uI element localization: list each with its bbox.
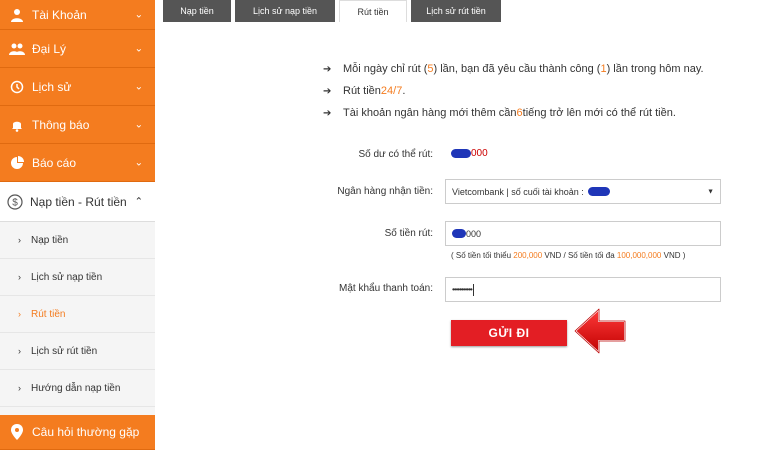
bank-label: Ngân hàng nhận tiền: — [337, 186, 433, 197]
hint-text: VND ) — [661, 251, 686, 260]
hint-max-amount: 100,000,000 — [616, 251, 662, 260]
sidebar-subitem-label: Lịch sử rút tiền — [31, 345, 98, 357]
sidebar-item-history[interactable]: Lịch sử ⌄ — [0, 68, 155, 106]
chevron-down-icon: ⌄ — [134, 119, 143, 130]
sidebar-item-label: Câu hỏi thường gặp — [32, 425, 140, 439]
note-text: Mỗi ngày chỉ rút ( — [343, 63, 428, 75]
chevron-right-icon: › — [18, 309, 21, 319]
bank-select-value: Vietcombank | số cuối tài khoản : — [452, 186, 584, 197]
arrow-right-icon: ➔ — [323, 63, 332, 75]
sidebar-subitem-label: Lịch sử nạp tiền — [31, 271, 103, 283]
sidebar-item-account[interactable]: Tài Khoản ⌄ — [0, 0, 155, 30]
sidebar-subitem-deposit-history[interactable]: › Lịch sử nạp tiền — [0, 259, 155, 296]
sidebar-subitem-withdraw-history[interactable]: › Lịch sử rút tiền — [0, 333, 155, 370]
bank-select[interactable]: Vietcombank | số cuối tài khoản : ▼ — [445, 179, 721, 204]
tab-withdraw-history[interactable]: Lịch sử rút tiền — [411, 0, 501, 22]
chevron-right-icon: › — [18, 383, 21, 393]
sidebar: Tài Khoản ⌄ Đại Lý ⌄ Lịch sử ⌄ Thông báo… — [0, 0, 155, 450]
hint-text: ( Số tiền tối thiểu — [451, 251, 514, 260]
sidebar-item-label: Nạp tiền - Rút tiền — [30, 194, 127, 209]
bell-icon — [8, 116, 26, 134]
password-input-value: ••••••••••• — [452, 285, 473, 294]
withdraw-panel: ➔ Mỗi ngày chỉ rút (5) lần, bạn đã yêu c… — [163, 22, 758, 450]
amount-input[interactable]: 000 — [445, 221, 721, 246]
sidebar-item-notifications[interactable]: Thông báo ⌄ — [0, 106, 155, 144]
sidebar-item-label: Thông báo — [32, 117, 90, 132]
sidebar-item-deposit-withdraw[interactable]: $ Nạp tiền - Rút tiền ⌃ — [0, 182, 155, 222]
redaction-blob — [452, 229, 466, 238]
chevron-right-icon: › — [18, 346, 21, 356]
submit-button[interactable]: GỬI ĐI — [451, 320, 567, 346]
user-icon — [8, 6, 26, 24]
balance-amount: 000 — [471, 148, 488, 159]
hint-min-amount: 200,000 — [513, 251, 543, 260]
sidebar-subitem-withdraw[interactable]: › Rút tiền — [0, 296, 155, 333]
sidebar-subitem-label: Nạp tiền — [31, 234, 69, 246]
map-pin-icon — [8, 423, 26, 441]
redaction-blob — [587, 187, 610, 196]
note-text: ) lần, bạn đã yêu cầu thành công ( — [433, 63, 601, 75]
chevron-up-icon: ⌃ — [134, 196, 143, 207]
amount-label: Số tiền rút: — [384, 228, 433, 239]
arrow-right-icon: ➔ — [323, 85, 332, 97]
note-24-7: ➔ Rút tiền 24/7. — [323, 80, 704, 102]
tab-withdraw[interactable]: Rút tiền — [339, 0, 407, 22]
chevron-right-icon: › — [18, 235, 21, 245]
dollar-icon: $ — [6, 193, 24, 211]
note-daily-limit: ➔ Mỗi ngày chỉ rút (5) lần, bạn đã yêu c… — [323, 58, 704, 80]
amount-input-value: 000 — [466, 228, 482, 239]
chevron-down-icon: ⌄ — [134, 81, 143, 92]
note-highlight: 24/7 — [380, 85, 403, 97]
chevron-down-icon: ⌄ — [134, 157, 143, 168]
pie-chart-icon — [8, 154, 26, 172]
history-icon — [8, 78, 26, 96]
redaction-blob — [451, 148, 471, 158]
tab-deposit[interactable]: Nạp tiền — [163, 0, 231, 22]
note-text: . — [402, 85, 406, 97]
tab-bar: Nạp tiền Lịch sử nạp tiền Rút tiền Lịch … — [163, 0, 505, 22]
note-text: Tài khoản ngân hàng mới thêm cần — [343, 107, 517, 119]
chevron-down-icon: ⌄ — [134, 9, 143, 20]
balance-value: 000 — [451, 148, 488, 159]
sidebar-item-faq[interactable]: Câu hỏi thường gặp — [0, 415, 155, 450]
payment-password-input[interactable]: ••••••••••• — [445, 277, 721, 302]
sidebar-item-reports[interactable]: Báo cáo ⌄ — [0, 144, 155, 182]
amount-hint: ( Số tiền tối thiểu 200,000 VND / Số tiề… — [451, 251, 685, 260]
group-icon — [8, 40, 26, 58]
chevron-down-icon: ⌄ — [134, 43, 143, 54]
note-text: Rút tiền — [343, 85, 381, 97]
sidebar-item-label: Đại Lý — [32, 41, 67, 56]
sidebar-item-agency[interactable]: Đại Lý ⌄ — [0, 30, 155, 68]
password-label: Mật khẩu thanh toán: — [339, 283, 433, 294]
sidebar-subitem-label: Hướng dẫn nạp tiền — [31, 382, 121, 394]
tab-deposit-history[interactable]: Lịch sử nạp tiền — [235, 0, 335, 22]
svg-text:$: $ — [12, 197, 18, 208]
sidebar-item-label: Lịch sử — [32, 79, 72, 94]
text-cursor — [472, 283, 474, 296]
sidebar-item-label: Báo cáo — [32, 155, 77, 170]
sidebar-subitem-deposit[interactable]: › Nạp tiền — [0, 222, 155, 259]
hint-text: VND / Số tiền tối đa — [542, 251, 617, 260]
sidebar-subitem-deposit-guide[interactable]: › Hướng dẫn nạp tiền — [0, 370, 155, 407]
sidebar-item-label: Tài Khoản — [32, 7, 87, 22]
arrow-left-icon — [573, 307, 629, 360]
chevron-right-icon: › — [18, 272, 21, 282]
caret-down-icon: ▼ — [707, 188, 714, 195]
withdraw-notes: ➔ Mỗi ngày chỉ rút (5) lần, bạn đã yêu c… — [323, 58, 704, 124]
balance-label: Số dư có thể rút: — [358, 149, 433, 160]
note-text: tiếng trở lên mới có thể rút tiền. — [522, 107, 676, 119]
note-new-bank-account: ➔ Tài khoản ngân hàng mới thêm cần 6 tiế… — [323, 102, 704, 124]
sidebar-subitem-label: Rút tiền — [31, 308, 66, 320]
note-text: ) lần trong hôm nay. — [606, 63, 704, 75]
arrow-right-icon: ➔ — [323, 107, 332, 119]
